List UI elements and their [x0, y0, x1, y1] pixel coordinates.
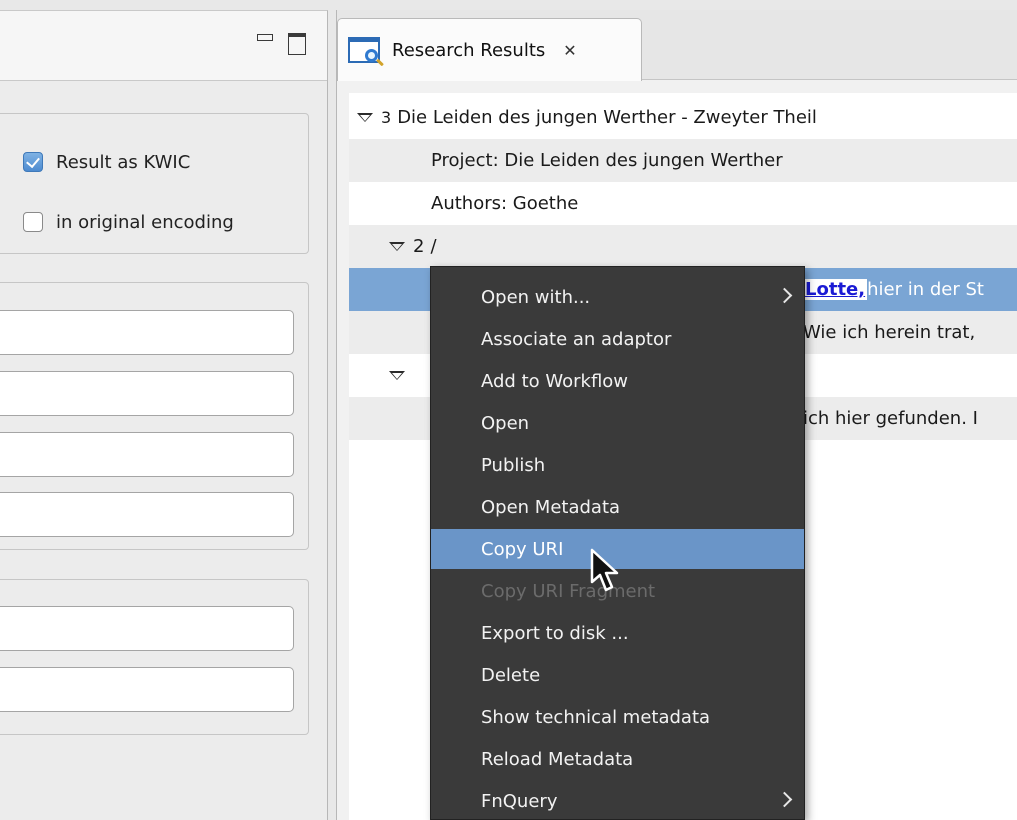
search-fields-group	[0, 282, 309, 550]
menu-item-label: Add to Workflow	[481, 370, 629, 392]
kwic-right-context: ich hier gefunden. I	[803, 408, 978, 429]
menu-item-fnquery[interactable]: FnQuery	[431, 781, 804, 820]
filter-field-2[interactable]	[0, 667, 294, 712]
group-index: 2	[413, 236, 425, 257]
menu-item-publish[interactable]: Publish	[431, 445, 804, 485]
menu-item-associate-adaptor[interactable]: Associate an adaptor	[431, 319, 804, 359]
menu-item-label: Copy URI	[481, 538, 564, 560]
original-encoding-checkbox[interactable]	[23, 212, 43, 232]
menu-item-label: Associate an adaptor	[481, 328, 672, 350]
menu-item-label: Copy URI Fragment	[481, 580, 656, 602]
menu-item-label: Open with...	[481, 286, 591, 308]
project-label: Project: Die Leiden des jungen Werther	[431, 150, 783, 171]
minimize-icon[interactable]	[256, 33, 274, 51]
kwic-right-context: Wie ich herein trat,	[803, 322, 976, 343]
search-field-4[interactable]	[0, 492, 294, 537]
result-as-kwic-checkbox[interactable]	[23, 152, 43, 172]
context-menu: Open with... Associate an adaptor Add to…	[430, 266, 805, 820]
tree-row-group[interactable]: 2 /	[349, 225, 1017, 268]
panel-header	[0, 11, 327, 81]
menu-item-export-to-disk[interactable]: Export to disk ...	[431, 613, 804, 653]
menu-item-open-metadata[interactable]: Open Metadata	[431, 487, 804, 527]
original-encoding-label: in original encoding	[56, 211, 234, 233]
search-options-panel: Result as KWIC in original encoding	[0, 10, 328, 820]
menu-item-reload-metadata[interactable]: Reload Metadata	[431, 739, 804, 779]
menu-item-label: Export to disk ...	[481, 622, 629, 644]
result-options-group: Result as KWIC in original encoding	[0, 113, 309, 254]
menu-item-label: Publish	[481, 454, 546, 476]
menu-item-show-technical-metadata[interactable]: Show technical metadata	[431, 697, 804, 737]
group-suffix: /	[430, 236, 437, 257]
menu-item-label: Show technical metadata	[481, 706, 711, 728]
search-field-2[interactable]	[0, 371, 294, 416]
search-results-icon	[346, 33, 386, 67]
menu-item-label: Open Metadata	[481, 496, 621, 518]
tree-row-object[interactable]: 3 Die Leiden des jungen Werther - Zweyte…	[349, 96, 1017, 139]
keyword-highlight: Lotte,	[803, 279, 868, 300]
result-as-kwic-label: Result as KWIC	[56, 151, 191, 173]
object-title: Die Leiden des jungen Werther - Zweyter …	[397, 107, 817, 128]
menu-item-open[interactable]: Open	[431, 403, 804, 443]
menu-item-add-to-workflow[interactable]: Add to Workflow	[431, 361, 804, 401]
search-field-3[interactable]	[0, 432, 294, 477]
original-encoding-option[interactable]: in original encoding	[23, 210, 234, 234]
expand-toggle-icon[interactable]	[389, 371, 405, 380]
maximize-icon[interactable]	[288, 33, 306, 55]
expand-toggle-icon[interactable]	[357, 113, 373, 122]
chevron-right-icon	[776, 791, 793, 808]
result-as-kwic-option[interactable]: Result as KWIC	[23, 150, 190, 174]
tree-row-project[interactable]: Project: Die Leiden des jungen Werther	[349, 139, 1017, 182]
menu-item-label: FnQuery	[481, 790, 558, 812]
authors-label: Authors: Goethe	[431, 193, 579, 214]
menu-item-label: Reload Metadata	[481, 748, 634, 770]
tab-title: Research Results	[392, 39, 546, 61]
tab-research-results[interactable]: Research Results ✕	[337, 18, 642, 81]
kwic-right-context: hier in der St	[867, 279, 984, 300]
close-icon[interactable]: ✕	[563, 41, 576, 60]
object-index: 3	[381, 108, 392, 127]
menu-item-open-with[interactable]: Open with...	[431, 277, 804, 317]
expand-toggle-icon[interactable]	[389, 242, 405, 251]
menu-item-label: Open	[481, 412, 530, 434]
menu-item-delete[interactable]: Delete	[431, 655, 804, 695]
search-field-1[interactable]	[0, 310, 294, 355]
tree-row-authors[interactable]: Authors: Goethe	[349, 182, 1017, 225]
editor-tab-bar: Research Results ✕	[337, 10, 1017, 81]
chevron-right-icon	[776, 287, 793, 304]
filter-field-1[interactable]	[0, 606, 294, 651]
menu-item-label: Delete	[481, 664, 541, 686]
filter-fields-group	[0, 579, 309, 735]
